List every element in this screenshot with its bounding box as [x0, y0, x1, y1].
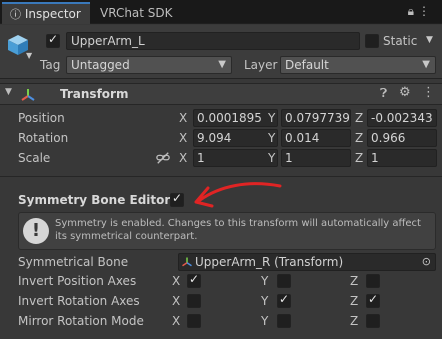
object-name-value: UpperArm_L — [71, 34, 145, 48]
scale-z-value: 1 — [371, 151, 379, 165]
mirror-rotation-z-checkbox[interactable] — [366, 314, 380, 328]
mirror-rotation-x-checkbox[interactable] — [187, 314, 201, 328]
tab-bar-icons: 🔒︎⋮ — [408, 4, 434, 20]
symmetrical-bone-value: UpperArm_R (Transform) — [195, 255, 344, 269]
layer-dropdown[interactable]: Default ▼ — [280, 56, 436, 74]
active-checkbox[interactable] — [46, 32, 60, 48]
chevron-down-icon: ▼ — [218, 59, 226, 70]
scale-z-label[interactable]: Z — [355, 151, 363, 165]
rotation-y-input[interactable]: 0.014 — [281, 129, 351, 147]
rotation-y-value: 0.014 — [285, 131, 320, 145]
tag-value: Untagged — [71, 58, 130, 72]
position-x-label[interactable]: X — [179, 111, 187, 125]
scale-x-value: 1 — [197, 151, 205, 165]
tab-bar: ⓘ Inspector VRChat SDK 🔒︎⋮ — [0, 0, 442, 24]
symmetry-enabled-checkbox[interactable] — [170, 191, 184, 207]
transform-axes-icon — [21, 89, 35, 101]
icon-dropdown-arrow-icon[interactable]: ▼ — [26, 51, 32, 60]
invert-rotation-y-checkbox[interactable] — [277, 292, 291, 308]
rotation-x-label[interactable]: X — [179, 131, 187, 145]
invert-position-z-label: Z — [350, 274, 359, 288]
rotation-z-label[interactable]: Z — [355, 131, 363, 145]
scale-z-input[interactable]: 1 — [367, 149, 437, 167]
rotation-z-value: 0.966 — [371, 131, 406, 145]
scale-y-label[interactable]: Y — [268, 151, 275, 165]
mirror-rotation-y-label: Y — [261, 314, 269, 328]
tag-dropdown[interactable]: Untagged ▼ — [66, 56, 232, 74]
symmetrical-bone-field[interactable]: UpperArm_R (Transform) ⊙ — [178, 253, 436, 271]
mirror-rotation-z-label: Z — [350, 314, 359, 328]
presets-icon[interactable]: ⚙︎ — [399, 85, 411, 100]
foldout-arrow-icon[interactable]: ▼ — [5, 87, 12, 97]
rotation-y-label[interactable]: Y — [268, 131, 275, 145]
invert-rotation-x-checkbox[interactable] — [187, 294, 201, 308]
invert-rotation-z-checkbox[interactable] — [366, 292, 380, 308]
invert-rotation-y-label: Y — [261, 294, 269, 308]
constrain-proportions-link-icon[interactable] — [156, 151, 170, 165]
tab-vrchat-sdk-label: VRChat SDK — [100, 6, 173, 20]
tab-inspector-label: Inspector — [24, 7, 81, 21]
symmetrical-bone-label: Symmetrical Bone — [18, 255, 129, 269]
lock-icon[interactable]: 🔒︎ — [408, 4, 418, 18]
invert-rotation-z-label: Z — [350, 294, 359, 308]
info-exclamation-icon: ! — [23, 218, 49, 244]
invert-rotation-axes-label: Invert Rotation Axes — [18, 294, 140, 308]
transform-axes-icon — [182, 257, 192, 267]
transform-title: Transform — [60, 87, 129, 101]
help-icon[interactable]: ❓︎ — [380, 86, 387, 101]
position-y-input[interactable]: 0.0797739 — [281, 109, 351, 127]
symmetry-info-box: ! Symmetry is enabled. Changes to this t… — [18, 212, 436, 250]
transform-component-header[interactable]: ▼ Transform ❓︎ ⚙︎ ⋮ — [0, 83, 442, 105]
position-z-label[interactable]: Z — [355, 111, 363, 125]
mirror-rotation-mode-label: Mirror Rotation Mode — [18, 314, 144, 328]
position-x-value: 0.0001895 — [197, 111, 262, 125]
invert-rotation-x-label: X — [172, 294, 181, 308]
scale-y-input[interactable]: 1 — [281, 149, 351, 167]
invert-position-y-checkbox[interactable] — [277, 274, 291, 288]
object-name-input[interactable]: UpperArm_L — [66, 32, 360, 50]
position-label: Position — [18, 111, 65, 125]
object-header: ▼ UpperArm_L Static ▼ Tag Untagged ▼ Lay… — [0, 25, 442, 79]
layer-label: Layer — [244, 58, 278, 72]
scale-label: Scale — [18, 151, 51, 165]
rotation-x-input[interactable]: 9.094 — [193, 129, 278, 147]
mirror-rotation-x-label: X — [172, 314, 181, 328]
position-y-label[interactable]: Y — [268, 111, 275, 125]
position-z-value: -0.002343 — [371, 111, 433, 125]
tab-vrchat-sdk[interactable]: VRChat SDK — [92, 2, 182, 24]
scale-x-input[interactable]: 1 — [193, 149, 278, 167]
mirror-rotation-y-checkbox[interactable] — [277, 314, 291, 328]
tag-label: Tag — [40, 58, 61, 72]
rotation-label: Rotation — [18, 131, 69, 145]
invert-position-y-label: Y — [261, 274, 269, 288]
rotation-z-input[interactable]: 0.966 — [367, 129, 437, 147]
component-menu-icon[interactable]: ⋮ — [422, 85, 435, 100]
static-label: Static — [383, 34, 418, 48]
position-y-value: 0.0797739 — [285, 111, 350, 125]
invert-position-axes-label: Invert Position Axes — [18, 274, 137, 288]
rotation-x-value: 9.094 — [197, 131, 232, 145]
invert-position-x-checkbox[interactable] — [187, 272, 201, 288]
static-checkbox[interactable] — [365, 34, 379, 48]
static-dropdown-arrow-icon[interactable]: ▼ — [426, 35, 433, 45]
chevron-down-icon: ▼ — [422, 59, 430, 70]
position-x-input[interactable]: 0.0001895 — [193, 109, 278, 127]
tab-inspector[interactable]: ⓘ Inspector — [2, 2, 90, 24]
object-picker-icon[interactable]: ⊙ — [422, 254, 431, 270]
invert-position-z-checkbox[interactable] — [366, 274, 380, 288]
layer-value: Default — [285, 58, 329, 72]
symmetry-bone-editor-title: Symmetry Bone Editor — [18, 193, 171, 207]
scale-x-label[interactable]: X — [179, 151, 187, 165]
annotation-arrow-icon — [194, 182, 282, 208]
scale-y-value: 1 — [285, 151, 293, 165]
position-z-input[interactable]: -0.002343 — [367, 109, 437, 127]
info-icon: ⓘ — [10, 8, 21, 21]
more-menu-icon[interactable]: ⋮ — [418, 4, 434, 18]
invert-position-x-label: X — [172, 274, 181, 288]
symmetry-info-text: Symmetry is enabled. Changes to this tra… — [55, 218, 421, 242]
